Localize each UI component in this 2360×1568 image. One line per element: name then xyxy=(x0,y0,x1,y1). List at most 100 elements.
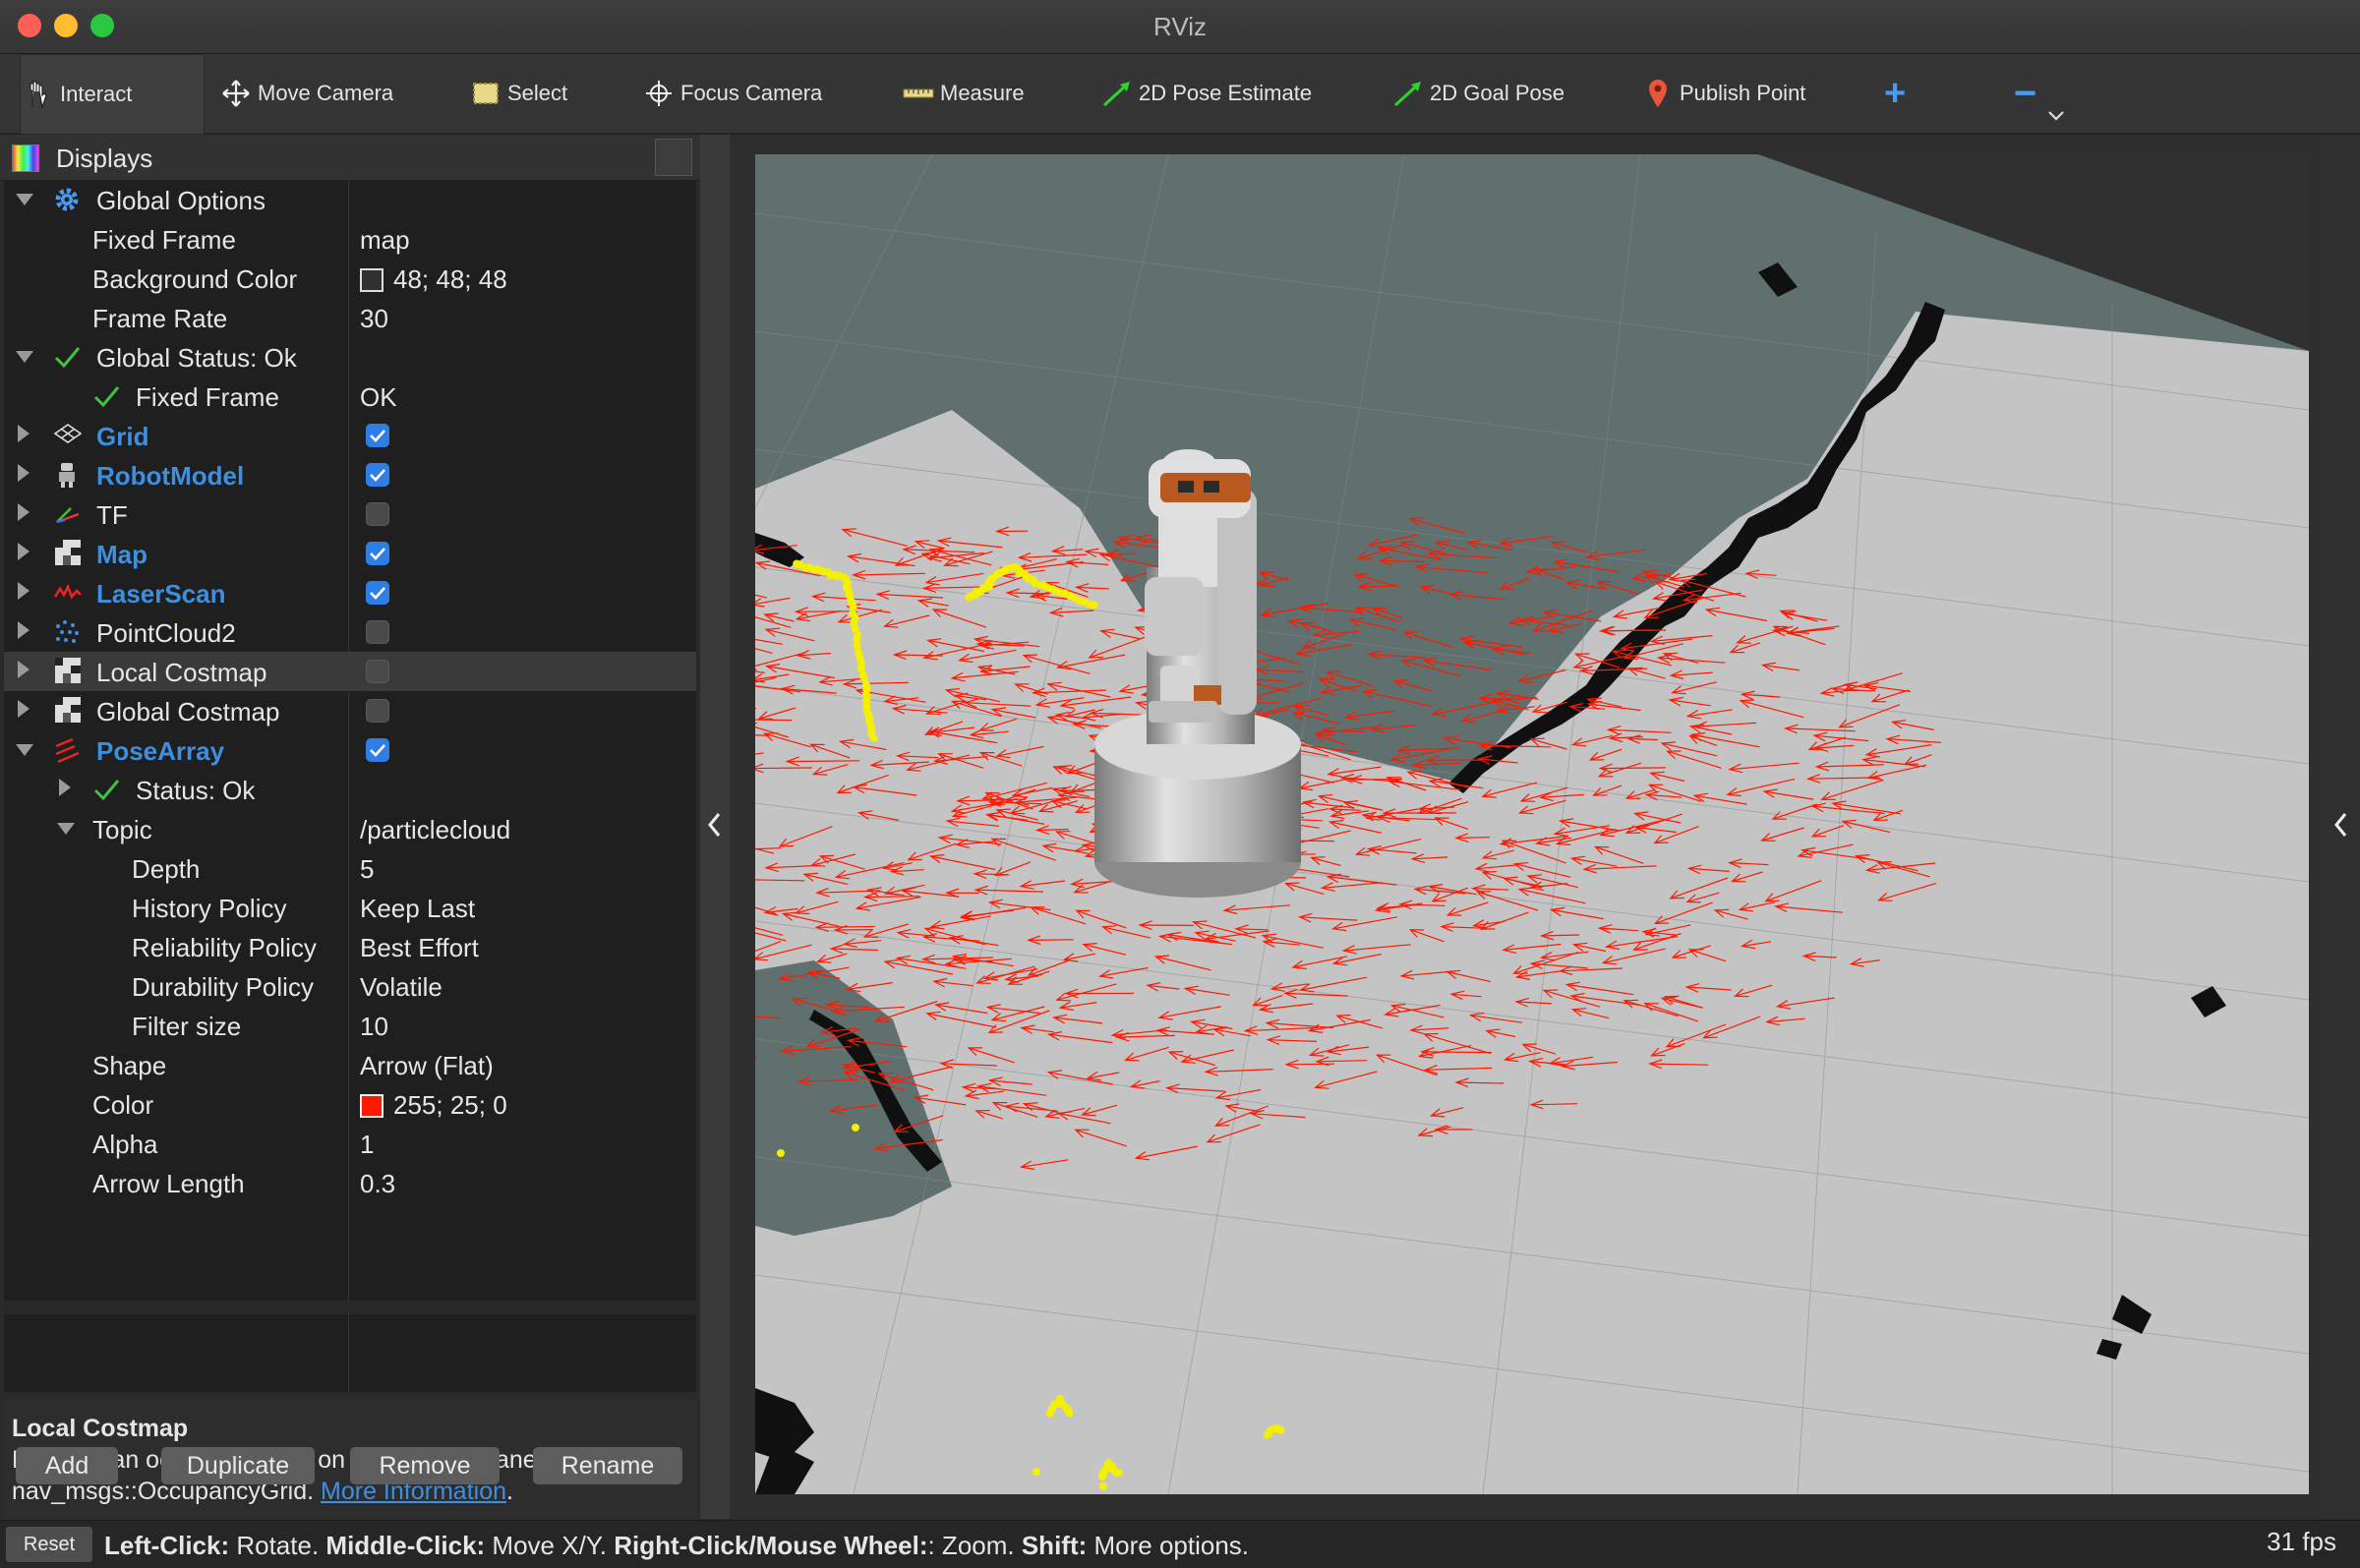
publish-point-tool-button[interactable]: Publish Point xyxy=(1640,54,1805,133)
collapse-left-chevron-icon[interactable] xyxy=(706,811,724,839)
tree-row-fixed-frame[interactable]: Fixed Frame map xyxy=(4,219,696,259)
tree-row-map[interactable]: Map xyxy=(4,534,696,573)
displays-header-title: Displays xyxy=(56,144,153,173)
pointcloud2-enabled-checkbox[interactable] xyxy=(366,620,389,644)
color-value[interactable]: 255; 25; 0 xyxy=(360,1090,507,1121)
frame-rate-value[interactable]: 30 xyxy=(360,304,388,334)
tree-row-frame-rate[interactable]: Frame Rate 30 xyxy=(4,298,696,337)
left-dock-splitter[interactable] xyxy=(700,135,730,1519)
tree-row-reliability-policy[interactable]: Reliability Policy Best Effort xyxy=(4,927,696,966)
tree-row-posearray-status[interactable]: Status: Ok xyxy=(4,770,696,809)
expand-arrow-icon[interactable] xyxy=(18,503,30,521)
arrow-length-value[interactable]: 0.3 xyxy=(360,1169,395,1199)
tree-row-global-costmap[interactable]: Global Costmap xyxy=(4,691,696,730)
row-label: Global Costmap xyxy=(96,697,280,726)
row-label: Background Color xyxy=(92,264,298,294)
expand-arrow-icon[interactable] xyxy=(59,779,71,796)
displays-icon xyxy=(12,145,39,172)
right-dock-splitter[interactable] xyxy=(2321,135,2360,1519)
tree-row-posearray[interactable]: PoseArray xyxy=(4,730,696,770)
expand-arrow-icon[interactable] xyxy=(18,661,30,678)
tree-row-laserscan[interactable]: LaserScan xyxy=(4,573,696,612)
status-bar: Reset Left-Click: Rotate. Middle-Click: … xyxy=(0,1520,2360,1568)
history-policy-value[interactable]: Keep Last xyxy=(360,894,475,924)
duplicate-button[interactable]: Duplicate xyxy=(161,1447,315,1484)
tree-row-grid[interactable]: Grid xyxy=(4,416,696,455)
measure-tool-button[interactable]: Measure xyxy=(901,54,1025,133)
reset-button[interactable]: Reset xyxy=(6,1527,92,1562)
tree-row-local-costmap[interactable]: Local Costmap xyxy=(4,652,696,691)
select-box-icon xyxy=(468,76,503,111)
shape-value[interactable]: Arrow (Flat) xyxy=(360,1051,494,1081)
select-tool-button[interactable]: Select xyxy=(468,54,567,133)
focus-camera-tool-button[interactable]: Focus Camera xyxy=(641,54,822,133)
local-costmap-enabled-checkbox[interactable] xyxy=(366,660,389,683)
tree-row-status-fixed-frame[interactable]: Fixed Frame OK xyxy=(4,377,696,416)
expand-arrow-icon[interactable] xyxy=(16,351,33,363)
panel-float-button[interactable] xyxy=(655,139,692,176)
depth-value[interactable]: 5 xyxy=(360,854,374,885)
filter-size-value[interactable]: 10 xyxy=(360,1012,388,1042)
tree-row-arrow-length[interactable]: Arrow Length 0.3 xyxy=(4,1163,696,1202)
expand-arrow-icon[interactable] xyxy=(18,543,30,560)
hint-key: Shift: xyxy=(1021,1531,1088,1560)
fixed-frame-value[interactable]: map xyxy=(360,225,410,256)
expand-arrow-icon[interactable] xyxy=(18,425,30,442)
expand-arrow-icon[interactable] xyxy=(18,464,30,482)
row-label: Color xyxy=(92,1090,154,1120)
expand-arrow-icon[interactable] xyxy=(16,744,33,756)
laserscan-enabled-checkbox[interactable] xyxy=(366,581,389,605)
tree-row-durability-policy[interactable]: Durability Policy Volatile xyxy=(4,966,696,1006)
tree-row-history-policy[interactable]: History Policy Keep Last xyxy=(4,888,696,927)
expand-arrow-icon[interactable] xyxy=(16,194,33,205)
background-color-value[interactable]: 48; 48; 48 xyxy=(360,264,507,295)
tree-row-filter-size[interactable]: Filter size 10 xyxy=(4,1006,696,1045)
measure-tool-label: Measure xyxy=(940,81,1025,105)
scene-canvas xyxy=(755,154,2309,1494)
alpha-value[interactable]: 1 xyxy=(360,1130,374,1160)
durability-policy-value[interactable]: Volatile xyxy=(360,972,442,1003)
displays-panel: Displays Global Options Fixed Frame map … xyxy=(0,135,700,1556)
hint-key: Right-Click/Mouse Wheel: xyxy=(614,1531,928,1560)
expand-arrow-icon[interactable] xyxy=(18,582,30,600)
move-arrows-icon xyxy=(218,76,254,111)
expand-arrow-icon[interactable] xyxy=(18,700,30,718)
tree-row-alpha[interactable]: Alpha 1 xyxy=(4,1124,696,1163)
tree-row-background-color[interactable]: Background Color 48; 48; 48 xyxy=(4,259,696,298)
expand-arrow-icon[interactable] xyxy=(57,823,75,835)
add-button[interactable]: Add xyxy=(16,1447,118,1484)
tree-horizontal-scrollbar[interactable] xyxy=(4,1301,696,1314)
posearray-enabled-checkbox[interactable] xyxy=(366,738,389,762)
green-arrow-icon xyxy=(1390,76,1426,111)
interact-tool-button[interactable]: Interact xyxy=(20,54,205,135)
robotmodel-enabled-checkbox[interactable] xyxy=(366,463,389,487)
add-tool-button[interactable]: + xyxy=(1884,54,1906,133)
tree-row-pointcloud2[interactable]: PointCloud2 xyxy=(4,612,696,652)
map-enabled-checkbox[interactable] xyxy=(366,542,389,565)
pose-estimate-tool-button[interactable]: 2D Pose Estimate xyxy=(1099,54,1312,133)
collapse-right-chevron-icon[interactable] xyxy=(2332,811,2350,839)
3d-viewport[interactable] xyxy=(755,154,2309,1494)
tree-row-topic[interactable]: Topic /particlecloud xyxy=(4,809,696,848)
global-costmap-enabled-checkbox[interactable] xyxy=(366,699,389,723)
row-label: Grid xyxy=(96,422,149,451)
goal-pose-tool-button[interactable]: 2D Goal Pose xyxy=(1390,54,1564,133)
tree-row-global-status[interactable]: Global Status: Ok xyxy=(4,337,696,377)
rename-button[interactable]: Rename xyxy=(533,1447,682,1484)
checkmark-icon xyxy=(92,776,122,803)
grid-enabled-checkbox[interactable] xyxy=(366,424,389,447)
topic-value[interactable]: /particlecloud xyxy=(360,815,510,845)
reliability-policy-value[interactable]: Best Effort xyxy=(360,933,479,963)
tree-row-shape[interactable]: Shape Arrow (Flat) xyxy=(4,1045,696,1084)
tree-row-color[interactable]: Color 255; 25; 0 xyxy=(4,1084,696,1124)
tf-enabled-checkbox[interactable] xyxy=(366,502,389,526)
expand-arrow-icon[interactable] xyxy=(18,621,30,639)
tree-row-global-options[interactable]: Global Options xyxy=(4,180,696,219)
remove-tool-button[interactable]: − xyxy=(2014,54,2036,133)
remove-button[interactable]: Remove xyxy=(350,1447,500,1484)
toolbar-overflow-chevron-icon[interactable] xyxy=(2047,109,2065,127)
tree-row-robotmodel[interactable]: RobotModel xyxy=(4,455,696,494)
tree-row-depth[interactable]: Depth 5 xyxy=(4,848,696,888)
tree-row-tf[interactable]: TF xyxy=(4,494,696,534)
move-camera-tool-button[interactable]: Move Camera xyxy=(218,54,393,133)
